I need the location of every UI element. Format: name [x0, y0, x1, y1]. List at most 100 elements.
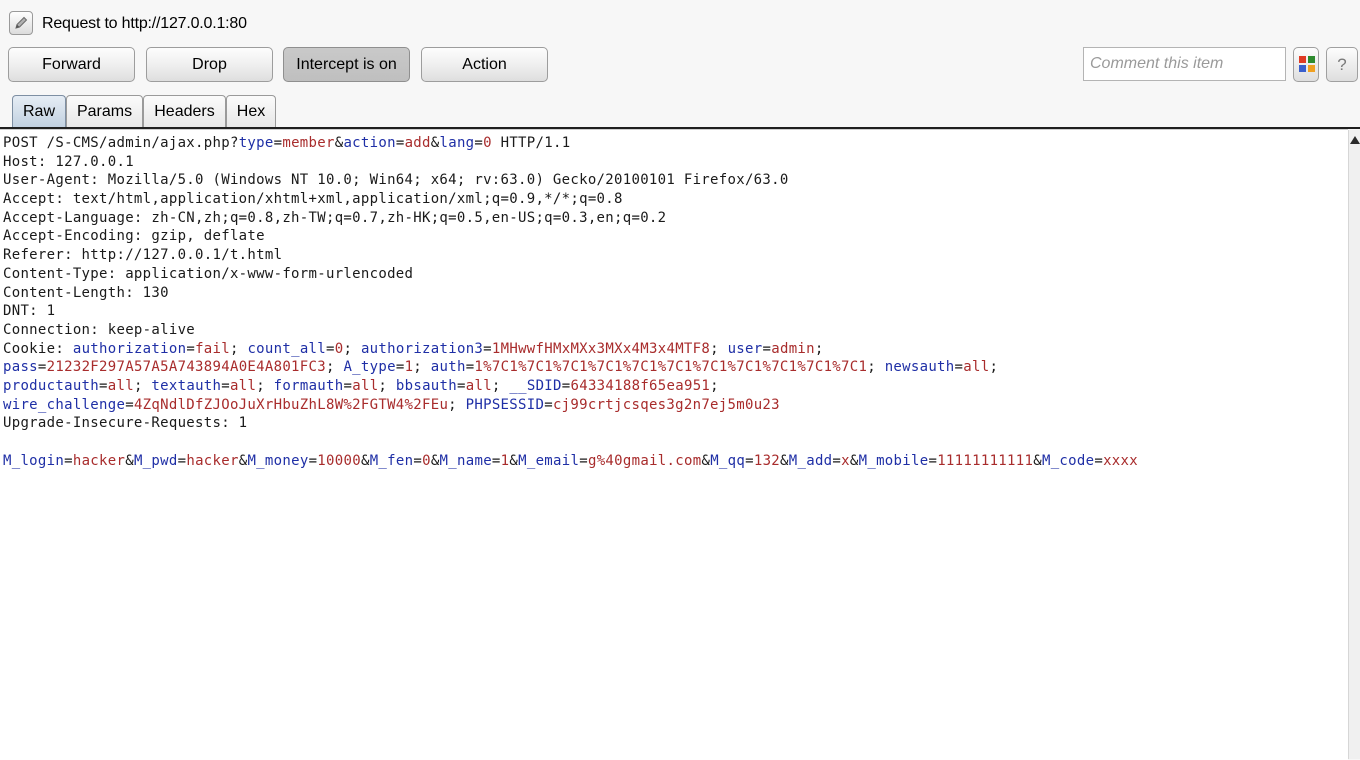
request-text[interactable]: POST /S-CMS/admin/ajax.php?type = member & a…: [3, 134, 1138, 470]
param-value: cj99crtjcsqes3g2n7ej5m0u23: [552, 396, 780, 413]
request-text-segment: =: [221, 377, 230, 394]
param-value: 1%7C1%7C1%7C1%7C1%7C1%7C1%7C1%7C1%7C1%7C…: [474, 359, 868, 376]
request-text-segment: DNT: 1: [3, 303, 56, 320]
param-name: M_qq: [710, 452, 746, 469]
request-line: Host: 127.0.0.1: [3, 153, 1138, 172]
request-text-segment: =: [491, 452, 501, 469]
param-value: 1MHwwfHMxMXx3MXx4M3x4MTF8: [491, 340, 711, 357]
param-name: count_all: [247, 340, 327, 357]
request-text-segment: Accept-Encoding: gzip, deflate: [3, 228, 265, 245]
param-name: bbsauth: [395, 377, 457, 394]
request-text-segment: ;: [229, 340, 248, 357]
param-value: all: [963, 359, 990, 376]
request-line: Cookie: authorization=fail; count_all=0;…: [3, 340, 1138, 359]
request-line: POST /S-CMS/admin/ajax.php?type=member&a…: [3, 134, 1138, 153]
request-line: User-Agent: Mozilla/5.0 (Windows NT 10.0…: [3, 171, 1138, 190]
param-name: wire_challenge: [3, 396, 126, 413]
request-text-segment: =: [1094, 452, 1104, 469]
param-name: type: [238, 135, 274, 151]
param-value: 0: [422, 452, 431, 469]
param-name: __SDID: [509, 377, 562, 394]
forward-button[interactable]: Forward: [8, 47, 135, 82]
request-text-segment: ;: [491, 377, 510, 394]
param-value: x: [841, 452, 850, 469]
param-name: M_fen: [369, 452, 414, 469]
request-line: Connection: keep-alive: [3, 321, 1138, 340]
param-name: productauth: [3, 377, 100, 394]
help-button[interactable]: ?: [1326, 47, 1358, 82]
tab-headers[interactable]: Headers: [143, 95, 226, 129]
param-name: pass: [3, 359, 38, 376]
request-text-segment: =: [413, 452, 423, 469]
param-name: newsauth: [884, 359, 955, 376]
param-name: M_code: [1041, 452, 1095, 469]
raw-request-editor[interactable]: POST /S-CMS/admin/ajax.php?type = member & a…: [0, 129, 1348, 760]
request-text-segment: &: [430, 452, 440, 469]
request-text-segment: =: [928, 452, 938, 469]
param-value: 4ZqNdlDfZJOoJuXrHbuZhL8W%2FGTW4%2FEu: [133, 396, 449, 413]
action-button[interactable]: Action: [421, 47, 548, 82]
intercept-toggle-button[interactable]: Intercept is on: [283, 47, 410, 82]
vertical-scrollbar[interactable]: [1348, 130, 1360, 759]
request-text-segment: &: [1033, 452, 1042, 469]
request-text-segment: Accept-Language: zh-CN,zh;q=0.8,zh-TW;q=…: [3, 209, 667, 226]
request-text-segment: =: [561, 377, 571, 394]
param-value: 132: [753, 452, 781, 469]
scroll-up-arrow-icon[interactable]: [1350, 136, 1360, 144]
param-name: M_email: [518, 452, 580, 469]
request-text-segment: =: [64, 452, 73, 469]
param-value: fail: [195, 340, 230, 357]
request-text-segment: ;: [256, 377, 274, 394]
request-text-segment: ;: [814, 340, 824, 357]
drop-button[interactable]: Drop: [146, 47, 273, 82]
request-text-segment: =: [457, 377, 466, 394]
tab-raw[interactable]: Raw: [12, 95, 66, 129]
request-text-segment: &: [509, 452, 519, 469]
param-value: 11111111111: [937, 452, 1034, 469]
request-text-segment: ;: [133, 377, 152, 394]
request-line: Content-Type: application/x-www-form-url…: [3, 265, 1138, 284]
param-value: member: [282, 135, 335, 151]
param-name: formauth: [273, 377, 344, 394]
param-value: admin: [771, 340, 815, 357]
comment-input[interactable]: [1083, 47, 1286, 81]
request-text-segment: &: [360, 452, 370, 469]
param-name: M_login: [3, 452, 65, 469]
param-value: 21232F297A57A5A743894A0E4A801FC3: [46, 359, 326, 376]
request-text-segment: &: [701, 452, 711, 469]
request-text-segment: =: [326, 340, 335, 357]
request-line: Accept: text/html,application/xhtml+xml,…: [3, 190, 1138, 209]
param-value: 64334188f65ea951: [570, 377, 711, 394]
request-text-segment: =: [343, 377, 353, 394]
param-name: textauth: [151, 377, 222, 394]
request-text-segment: =: [832, 452, 842, 469]
highlight-color-button[interactable]: [1293, 47, 1319, 82]
param-name: auth: [430, 359, 466, 376]
param-value: all: [230, 377, 257, 394]
request-text-segment: ;: [867, 359, 885, 376]
request-text-segment: ;: [710, 340, 728, 357]
request-text-segment: User-Agent: Mozilla/5.0 (Windows NT 10.0…: [3, 172, 789, 189]
request-text-segment: ;: [710, 377, 719, 394]
request-text-segment: &: [780, 452, 789, 469]
param-name: user: [727, 340, 763, 357]
request-text-segment: &: [849, 452, 859, 469]
request-line: Upgrade-Insecure-Requests: 1: [3, 414, 1138, 433]
request-text-segment: Cookie:: [3, 340, 73, 357]
request-text-segment: &: [125, 452, 134, 469]
param-value: hacker: [72, 452, 126, 469]
param-name: M_mobile: [858, 452, 929, 469]
request-text-segment: Referer: http://127.0.0.1/t.html: [3, 247, 283, 264]
request-line: [3, 433, 1138, 452]
tab-params[interactable]: Params: [66, 95, 143, 129]
pencil-edit-icon[interactable]: [9, 11, 33, 35]
request-text-segment: =: [483, 340, 492, 357]
tab-hex[interactable]: Hex: [226, 95, 276, 129]
param-value: 10000: [317, 452, 361, 469]
request-text-segment: ;: [343, 340, 361, 357]
param-name: PHPSESSID: [465, 396, 545, 413]
param-value: all: [107, 377, 134, 394]
request-text-segment: ;: [378, 377, 396, 394]
request-line: DNT: 1: [3, 302, 1138, 321]
request-text-segment: ;: [448, 396, 466, 413]
